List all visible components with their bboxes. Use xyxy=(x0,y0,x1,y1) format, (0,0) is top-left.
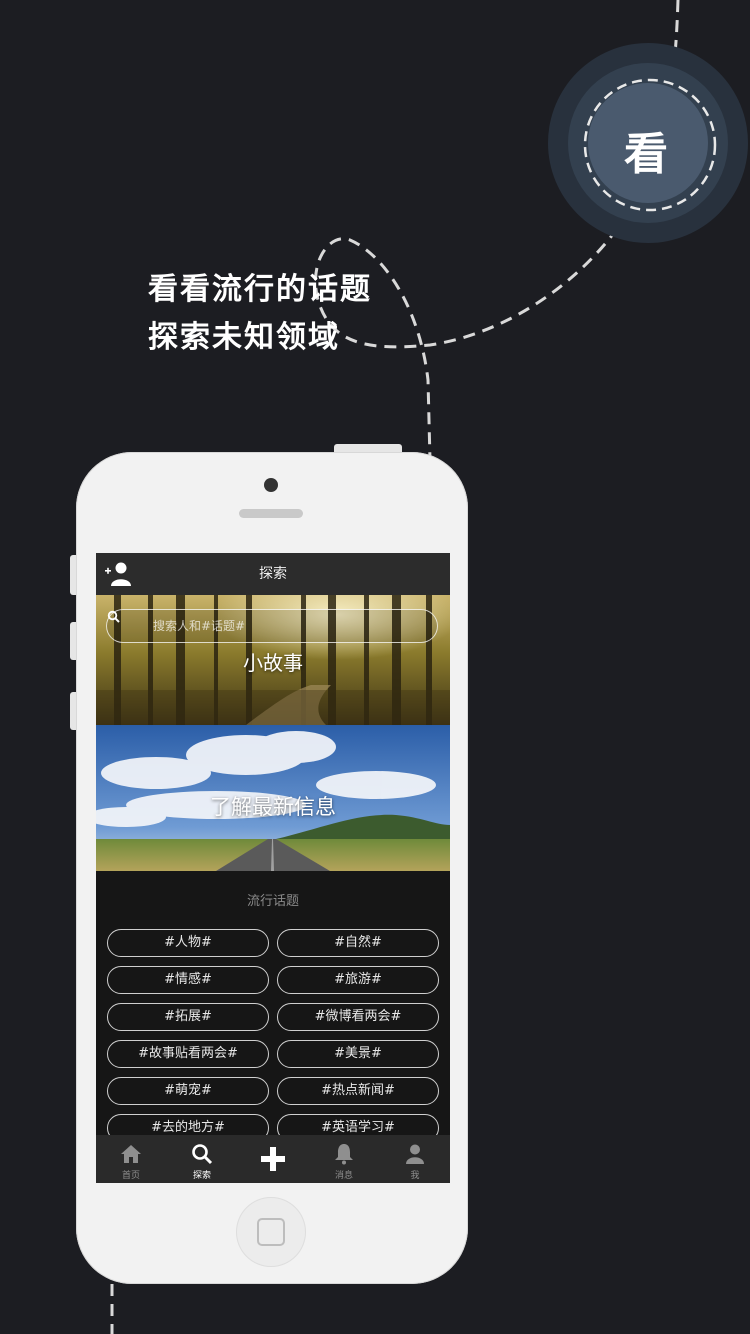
slogan-line-1: 看看流行的话题 xyxy=(148,272,372,307)
tab-home-label: 首页 xyxy=(121,1171,140,1181)
tab-me-label: 我 xyxy=(410,1171,420,1181)
topic-chip[interactable]: #自然# xyxy=(277,929,439,957)
plus-icon xyxy=(261,1147,285,1171)
topic-chip[interactable]: #美景# xyxy=(277,1040,439,1068)
home-icon xyxy=(121,1145,141,1163)
search-placeholder: 搜索人和#话题# xyxy=(153,619,246,633)
topic-chip[interactable]: #故事贴看两会# xyxy=(107,1040,269,1068)
add-user-icon[interactable] xyxy=(104,561,134,587)
banner-label-news: 了解最新信息 xyxy=(210,795,336,819)
nav-bar: 探索 xyxy=(96,553,450,595)
nav-title: 探索 xyxy=(259,566,287,582)
tab-post[interactable] xyxy=(238,1135,308,1183)
topic-chip[interactable]: #热点新闻# xyxy=(277,1077,439,1105)
search-icon xyxy=(192,1144,213,1165)
user-icon xyxy=(406,1144,424,1164)
search-icon xyxy=(107,610,120,623)
banner-stories[interactable]: 搜索人和#话题# 小故事 xyxy=(96,595,450,725)
phone-camera xyxy=(264,478,278,492)
search-bar[interactable]: 搜索人和#话题# xyxy=(106,609,438,643)
tab-explore-label: 探索 xyxy=(192,1171,211,1181)
slogan-line-2: 探索未知领域 xyxy=(148,320,340,355)
banner-news[interactable]: 了解最新信息 xyxy=(96,725,450,871)
slogan: 看看流行的话题 探索未知领域 xyxy=(148,266,372,362)
tab-me[interactable]: 我 xyxy=(380,1135,450,1183)
topic-chip[interactable]: #微博看两会# xyxy=(277,1003,439,1031)
tab-messages-label: 消息 xyxy=(334,1171,353,1181)
tab-explore[interactable]: 探索 xyxy=(167,1135,237,1183)
tab-home[interactable]: 首页 xyxy=(96,1135,166,1183)
topic-chip[interactable]: #人物# xyxy=(107,929,269,957)
trending-section-title: 流行话题 xyxy=(246,894,299,909)
topic-chip[interactable]: #旅游# xyxy=(277,966,439,994)
tab-bar: 首页 探索 消息 我 xyxy=(96,1135,450,1183)
topic-chip[interactable]: #情感# xyxy=(107,966,269,994)
app-screen: 探索 搜索人和#话题# 小故事 了解最新信息 流行话题 #人物# #自然# #情… xyxy=(96,553,450,1183)
bell-icon xyxy=(335,1144,353,1165)
topic-chip[interactable]: #萌宠# xyxy=(107,1077,269,1105)
tab-messages[interactable]: 消息 xyxy=(309,1135,379,1183)
banner-label-stories: 小故事 xyxy=(243,651,303,675)
topic-chip[interactable]: #拓展# xyxy=(107,1003,269,1031)
badge-character: 看 xyxy=(624,129,668,180)
phone-speaker xyxy=(239,509,303,518)
home-square-icon xyxy=(257,1218,285,1246)
phone-home-button[interactable] xyxy=(236,1197,306,1267)
